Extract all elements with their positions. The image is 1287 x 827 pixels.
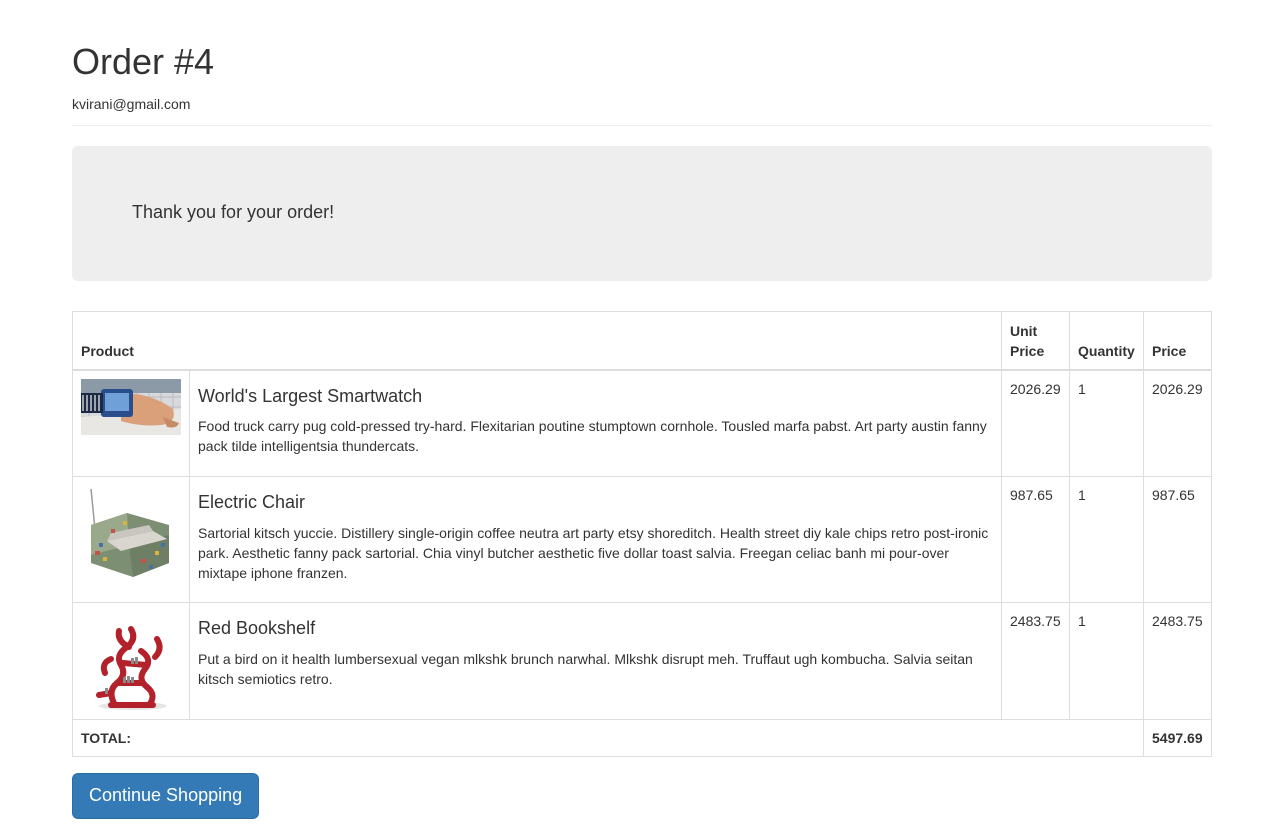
product-info-cell: World's Largest Smartwatch Food truck ca… <box>189 369 1002 477</box>
continue-shopping-button[interactable]: Continue Shopping <box>72 773 260 819</box>
product-description: Sartorial kitsch yuccie. Distillery sing… <box>198 524 989 581</box>
product-name: Red Bookshelf <box>198 618 316 638</box>
table-row: Red Bookshelf Put a bird on it health lu… <box>72 602 1212 720</box>
thank-you-banner: Thank you for your order! <box>72 146 1212 281</box>
red-bookshelf-product-image <box>81 611 181 711</box>
unit-price-cell: 2026.29 <box>1001 369 1070 477</box>
table-header: Product Unit Price Quantity Price <box>72 311 1212 371</box>
quantity-cell: 1 <box>1069 369 1144 477</box>
product-description: Put a bird on it health lumbersexual veg… <box>198 650 973 687</box>
product-info-cell: Red Bookshelf Put a bird on it health lu… <box>189 602 1002 720</box>
product-name: Electric Chair <box>198 492 306 512</box>
unit-price-column-header: Unit Price <box>1001 311 1070 371</box>
total-label: TOTAL: <box>72 719 1144 757</box>
price-column-header: Price <box>1143 311 1212 371</box>
quantity-cell: 1 <box>1069 476 1144 603</box>
unit-price-cell: 2483.75 <box>1001 602 1070 720</box>
product-image-cell <box>72 602 190 720</box>
price-cell: 2026.29 <box>1143 369 1212 477</box>
product-name: World's Largest Smartwatch <box>198 385 423 406</box>
page-title: Order #4 <box>72 41 215 82</box>
quantity-cell: 1 <box>1069 602 1144 720</box>
product-description: Food truck carry pug cold-pressed try-ha… <box>198 418 987 455</box>
total-row: TOTAL: 5497.69 <box>72 719 1212 757</box>
quantity-column-header: Quantity <box>1069 311 1144 371</box>
product-image-cell <box>72 369 190 477</box>
total-value: 5497.69 <box>1143 719 1212 757</box>
smartwatch-product-image <box>81 378 181 435</box>
main-container: Order #4 kvirani@gmail.com Thank you for… <box>72 0 1212 757</box>
product-info-cell: Electric Chair Sartorial kitsch yuccie. … <box>189 476 1002 603</box>
table-footer: TOTAL: 5497.69 <box>72 719 1212 757</box>
unit-price-cell: 987.65 <box>1001 476 1070 603</box>
electric-chair-product-image <box>81 485 181 585</box>
product-image-cell <box>72 476 190 603</box>
price-cell: 987.65 <box>1143 476 1212 603</box>
table-row: World's Largest Smartwatch Food truck ca… <box>72 369 1212 477</box>
order-table: Product Unit Price Quantity Price World'… <box>72 311 1212 757</box>
price-cell: 2483.75 <box>1143 602 1212 720</box>
customer-email: kvirani@gmail.com <box>72 96 191 112</box>
table-row: Electric Chair Sartorial kitsch yuccie. … <box>72 476 1212 603</box>
product-column-header: Product <box>72 311 1002 371</box>
page-header: Order #4 kvirani@gmail.com <box>72 0 1212 126</box>
thank-you-message: Thank you for your order! <box>132 201 335 222</box>
